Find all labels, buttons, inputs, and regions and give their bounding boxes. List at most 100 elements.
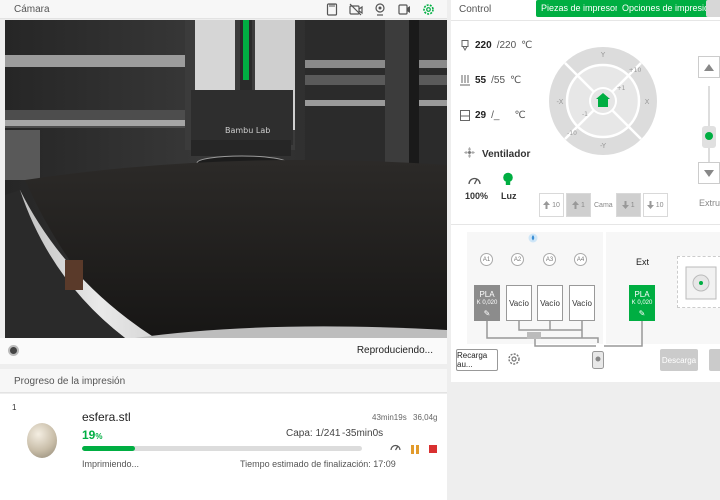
dpad-x-minus[interactable]: -X: [557, 98, 564, 106]
bed-up-1-button[interactable]: 1: [566, 193, 591, 217]
ams-slot-a1-label: A1: [480, 253, 493, 266]
humidity-icon: [528, 233, 538, 246]
fan-icon: [463, 146, 476, 162]
print-weight: 36,04g: [413, 413, 438, 422]
progress-percent-sign: %: [95, 432, 103, 441]
ams-slot-a2-label: A2: [511, 253, 524, 266]
bed-temp-unit: ℃: [510, 75, 522, 86]
chamber-temp[interactable]: 29 /_ ℃: [460, 110, 526, 121]
extrude-down-button[interactable]: [698, 162, 720, 184]
dpad-minus10[interactable]: -10: [567, 130, 577, 137]
camera-off-icon[interactable]: [349, 2, 363, 16]
remaining-time: -35min0s: [342, 428, 384, 439]
ams-slot-a2[interactable]: Vacío: [506, 285, 532, 321]
ams-slot-a1-material: PLA: [479, 290, 495, 299]
dpad-x-plus[interactable]: X: [645, 98, 650, 106]
speed-gauge-icon[interactable]: [468, 174, 481, 189]
bed-down-10-label: 10: [655, 201, 664, 209]
external-spool-material: PLA: [634, 290, 650, 299]
external-spool-title: Ext: [636, 257, 650, 267]
ams-slot-a4-label: A4: [574, 253, 587, 266]
bed-step-row: 10 1 Cama 1 10: [539, 193, 668, 217]
playback-status: Reproduciendo...: [356, 345, 433, 356]
extruder-label: Extrus: [699, 198, 720, 208]
progress-title: Progreso de la impresión: [14, 376, 126, 387]
extrude-up-button[interactable]: [698, 56, 720, 78]
bed-up-10-button[interactable]: 10: [539, 193, 564, 217]
camera-feed: Bambu Lab: [5, 20, 447, 338]
ams-slot-a3[interactable]: Vacío: [537, 285, 563, 321]
camera-toolbar: [325, 2, 435, 16]
ams-slot-a4[interactable]: Vacío: [569, 285, 595, 321]
ams-settings-icon[interactable]: [507, 352, 521, 369]
dpad-y-plus[interactable]: Y: [600, 51, 606, 59]
stop-button[interactable]: [429, 445, 437, 453]
edit-icon: ✎: [638, 309, 646, 318]
progress-bar: [82, 446, 362, 451]
dpad-minus1[interactable]: -1: [582, 111, 588, 118]
chamber-temp-unit: ℃: [514, 110, 526, 121]
more-tab[interactable]: [706, 0, 720, 17]
ams-slot-a1[interactable]: PLA K 0,020 ✎: [474, 285, 500, 321]
dpad-plus10[interactable]: +10: [629, 67, 642, 74]
record-button[interactable]: [8, 345, 19, 356]
chamber-temp-value: 29: [475, 110, 487, 121]
print-time: 43min19s: [372, 413, 407, 422]
external-spool-k: K 0,020: [631, 300, 653, 306]
bed-up-1-label: 1: [581, 201, 585, 209]
fan-label: Ventilador: [482, 148, 531, 160]
ams-slot-a3-material: Vacío: [540, 298, 560, 308]
dpad-plus1[interactable]: +1: [617, 85, 626, 92]
ams-slot-a1-k: K 0,020: [476, 300, 498, 306]
print-options-button[interactable]: Opciones de impresión: [617, 0, 720, 17]
timelapse-icon[interactable]: [397, 2, 411, 16]
axis-dpad[interactable]: Y -Y X -X +10 +1 -1 -10: [548, 38, 658, 164]
bed-down-1-button[interactable]: 1: [615, 193, 641, 217]
print-controls: [390, 442, 437, 456]
fan-speed-value: 100%: [465, 191, 489, 201]
light-bulb-icon[interactable]: [502, 172, 514, 190]
print-state: Imprimiendo...: [82, 459, 140, 469]
extruder-head: [702, 126, 716, 148]
progress-percent: 19%: [82, 428, 102, 442]
settings-icon[interactable]: [421, 2, 435, 16]
sd-card-icon[interactable]: [325, 2, 339, 16]
ams-slot-a2-material: Vacío: [509, 298, 529, 308]
pause-button[interactable]: [411, 444, 419, 454]
progress-percent-value: 19: [82, 428, 96, 442]
speed-icon[interactable]: [390, 442, 401, 456]
edit-icon: ✎: [483, 309, 491, 318]
camera-title: Cámara: [14, 4, 50, 15]
bed-temp-target: /55: [491, 75, 506, 86]
chamber-icon: [460, 110, 470, 121]
light-label: Luz: [501, 191, 517, 201]
auto-reload-button[interactable]: Recarga au...: [456, 349, 498, 371]
bed-up-10-label: 10: [552, 201, 560, 209]
bed-down-1-label: 1: [630, 201, 635, 209]
external-spool-slot[interactable]: PLA K 0,020 ✎: [629, 285, 655, 321]
progress-bar-fill: [82, 446, 136, 451]
load-button[interactable]: [709, 349, 720, 371]
camera-header: Cámara: [0, 0, 447, 19]
camera-footer: Reproduciendo...: [0, 338, 447, 364]
model-thumbnail: [27, 423, 57, 458]
unload-button[interactable]: Descarga: [660, 349, 698, 371]
nozzle-temp-value: 220: [475, 40, 492, 51]
extruder-control: [698, 50, 720, 190]
bed-heat-icon: [460, 75, 470, 86]
nozzle-temp[interactable]: 220 /220 ℃: [460, 40, 532, 51]
webcam-icon[interactable]: [373, 2, 387, 16]
printer-parts-button[interactable]: Piezas de impresora: [536, 0, 629, 17]
bed-down-10-button[interactable]: 10: [642, 193, 668, 217]
spool-graphic: [677, 256, 720, 308]
plate-number: 1: [12, 403, 17, 412]
bed-temp[interactable]: 55 /55 ℃: [460, 75, 521, 86]
dpad-y-minus[interactable]: -Y: [600, 142, 607, 150]
eta-label: Tiempo estimado de finalización: 17:09: [240, 459, 396, 469]
nozzle-temp-unit: ℃: [521, 40, 533, 51]
fan-control[interactable]: Ventilador: [463, 146, 530, 162]
ams-slot-a4-material: Vacío: [572, 298, 592, 308]
bed-temp-value: 55: [475, 75, 487, 86]
extruder-sensor-icon: [592, 351, 604, 372]
control-panel: Control Piezas de impresora Opciones de …: [451, 0, 720, 382]
